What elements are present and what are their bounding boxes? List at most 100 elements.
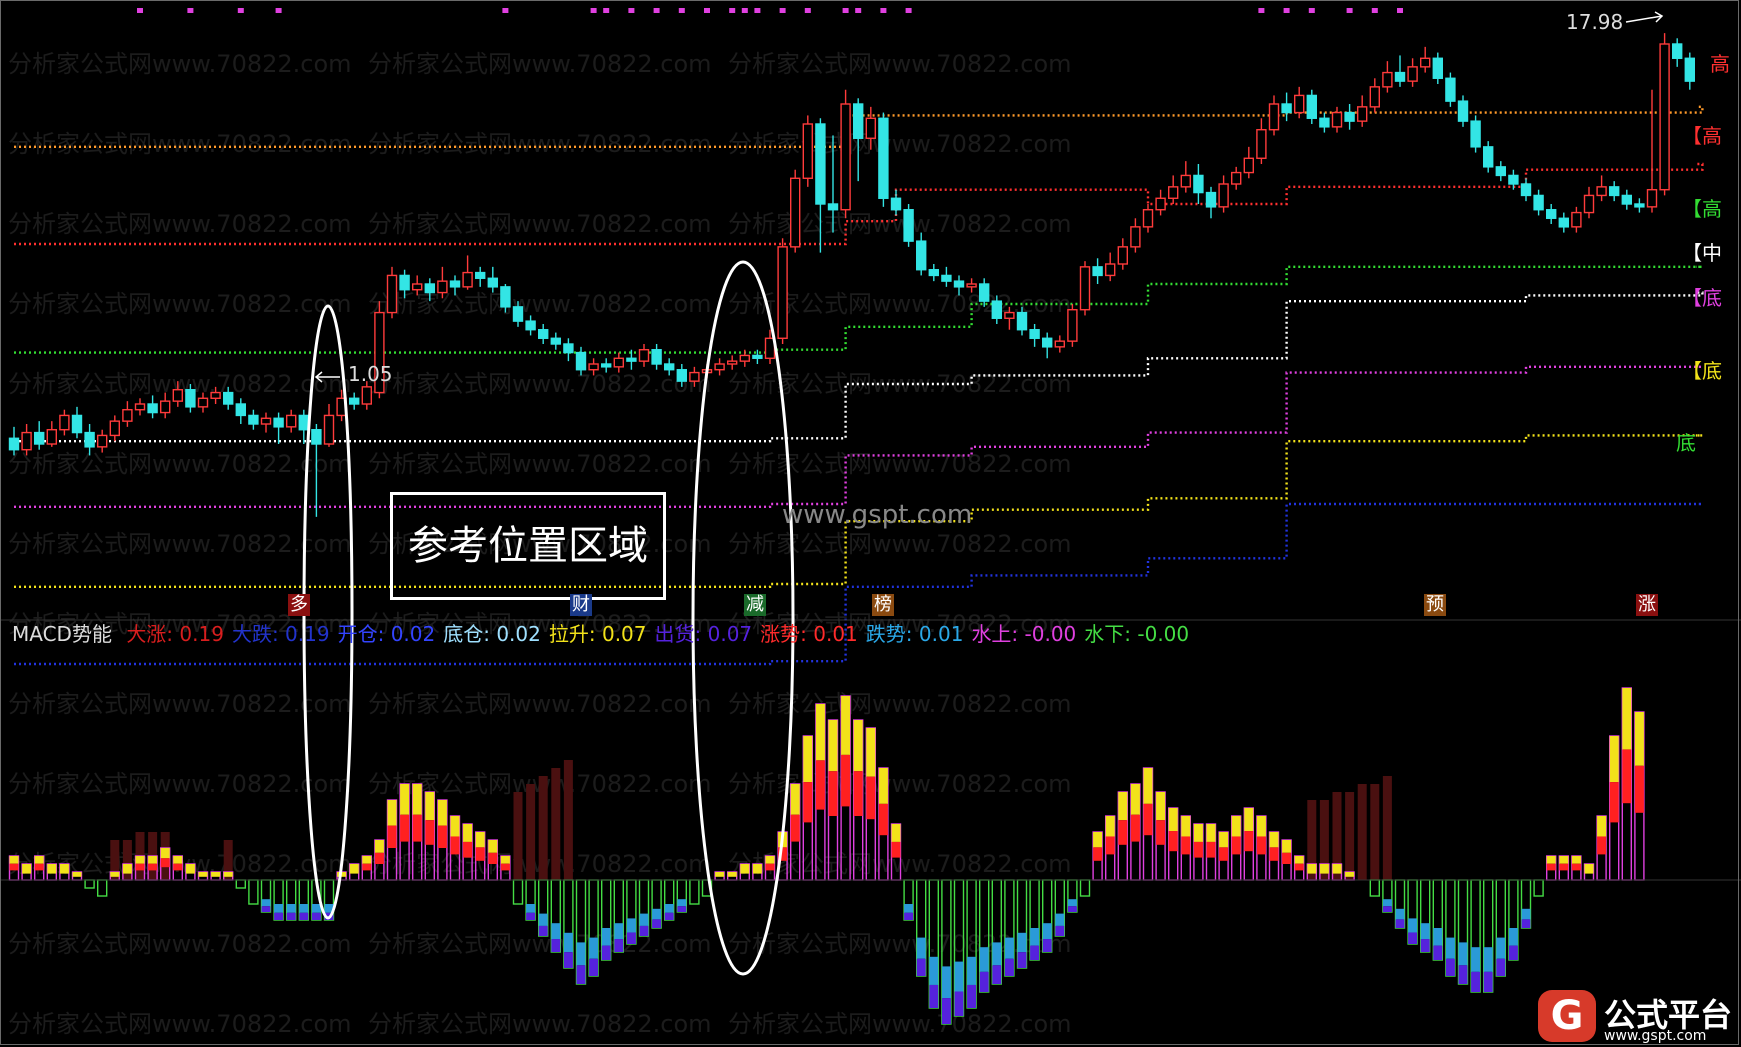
macd-bar — [1293, 855, 1305, 881]
watermark-text: 分析家公式网www.70822.com — [728, 690, 1072, 718]
indicator-items: 大涨: 0.19 大跌: 0.19 开仓: 0.02 底仓: 0.02 拉升: 0.07… — [126, 622, 1197, 646]
candle — [1268, 95, 1280, 136]
macd-bar — [96, 879, 108, 897]
top-marker — [678, 8, 685, 13]
candle — [1545, 204, 1557, 224]
watermark-text: 分析家公式网www.70822.com — [368, 370, 712, 398]
macd-bar — [1445, 879, 1456, 977]
candlestick-series — [8, 33, 1696, 517]
macd-bar — [1117, 791, 1129, 881]
macd-shadow-bar — [563, 760, 573, 880]
macd-bar — [286, 879, 297, 921]
signal-jian: 减 — [744, 594, 766, 616]
top-marker — [187, 8, 194, 13]
candle — [1621, 189, 1633, 210]
candle — [790, 169, 801, 253]
macd-bar — [588, 879, 599, 977]
macd-shadow-bar — [551, 768, 561, 880]
watermark-text: 分析家公式网www.70822.com — [368, 450, 712, 478]
candle — [1470, 115, 1481, 153]
macd-bar — [84, 879, 95, 889]
candle — [916, 232, 927, 276]
candle — [34, 421, 45, 450]
candle — [928, 264, 939, 282]
macd-bar — [613, 879, 624, 953]
top-marker — [1371, 8, 1378, 13]
candle — [1356, 95, 1368, 127]
watermark-text: 分析家公式网www.70822.com — [728, 130, 1072, 158]
level-label-bottom-2: 【底 — [1682, 286, 1722, 310]
macd-bar — [235, 879, 247, 889]
top-marker — [137, 8, 143, 13]
macd-bar — [1558, 855, 1570, 881]
candle — [1054, 335, 1066, 353]
top-marker — [704, 8, 710, 13]
macd-bar — [1520, 879, 1532, 929]
candle — [71, 406, 83, 439]
watermark-text: 分析家公式网www.70822.com — [728, 1010, 1072, 1038]
signal-duo: 多 — [288, 594, 310, 616]
top-marker — [1397, 8, 1403, 13]
macd-bar — [563, 879, 574, 969]
candle — [323, 404, 335, 447]
macd-bar — [916, 879, 927, 977]
indicator-item: 水上: -0.00 — [971, 622, 1077, 646]
candle — [1306, 89, 1318, 124]
top-marker — [1283, 8, 1290, 13]
candle — [739, 349, 750, 367]
candle — [386, 266, 398, 319]
macd-bar — [525, 879, 536, 921]
macd-bar — [638, 879, 650, 937]
macd-bar — [903, 879, 914, 921]
macd-bar — [601, 879, 612, 961]
watermark-text: 分析家公式网www.70822.com — [8, 1010, 352, 1038]
macd-shadow-bar — [122, 840, 132, 880]
candle — [1369, 78, 1381, 113]
level-label-mid: 【中 — [1682, 241, 1722, 265]
macd-shadow-bar — [526, 784, 536, 880]
candle — [122, 401, 133, 427]
candle — [1684, 52, 1696, 90]
watermark-text: 分析家公式网www.70822.com — [8, 290, 352, 318]
top-marker — [628, 8, 635, 13]
candle — [1281, 92, 1292, 122]
macd-bar — [512, 879, 524, 905]
macd-bar — [689, 879, 700, 905]
macd-bar — [651, 879, 662, 929]
macd-shadow-bar — [1370, 784, 1380, 880]
macd-bar — [1193, 823, 1204, 881]
macd-bar — [1634, 711, 1645, 881]
candle — [1583, 186, 1595, 219]
macd-bar — [1495, 879, 1507, 977]
watermark-text: 分析家公式网www.70822.com — [368, 290, 712, 318]
candle — [1457, 95, 1469, 127]
candle — [1079, 261, 1091, 316]
watermark-text: 分析家公式网www.70822.com — [368, 690, 712, 718]
macd-bar — [1142, 767, 1154, 881]
top-marker — [905, 8, 912, 13]
macd-bar — [626, 879, 637, 945]
macd-bar — [1067, 879, 1078, 913]
macd-bar — [1608, 735, 1620, 881]
candle — [714, 358, 725, 376]
macd-bar — [1382, 879, 1393, 913]
macd-bar — [1004, 879, 1015, 977]
macd-bar — [1256, 815, 1267, 881]
indicator-item: 底仓: 0.02 — [443, 622, 541, 646]
candle — [1331, 106, 1343, 133]
top-marker — [754, 8, 761, 13]
indicator-item: 跌势: 0.01 — [865, 622, 964, 646]
macd-shadow-bar — [513, 792, 523, 880]
watermark-text: 分析家公式网www.70822.com — [8, 210, 352, 238]
indicator-item: 开仓: 0.02 — [337, 622, 436, 646]
indicator-item: 大涨: 0.19 — [126, 622, 224, 646]
signal-zhang: 涨 — [1636, 594, 1658, 616]
candle — [1092, 258, 1103, 284]
macd-bar — [1621, 687, 1633, 881]
level-label-high: 高 — [1710, 52, 1730, 76]
candle — [1041, 332, 1053, 359]
candle — [538, 324, 549, 344]
candle — [1205, 186, 1217, 219]
candle — [802, 115, 813, 187]
candle — [563, 338, 574, 362]
